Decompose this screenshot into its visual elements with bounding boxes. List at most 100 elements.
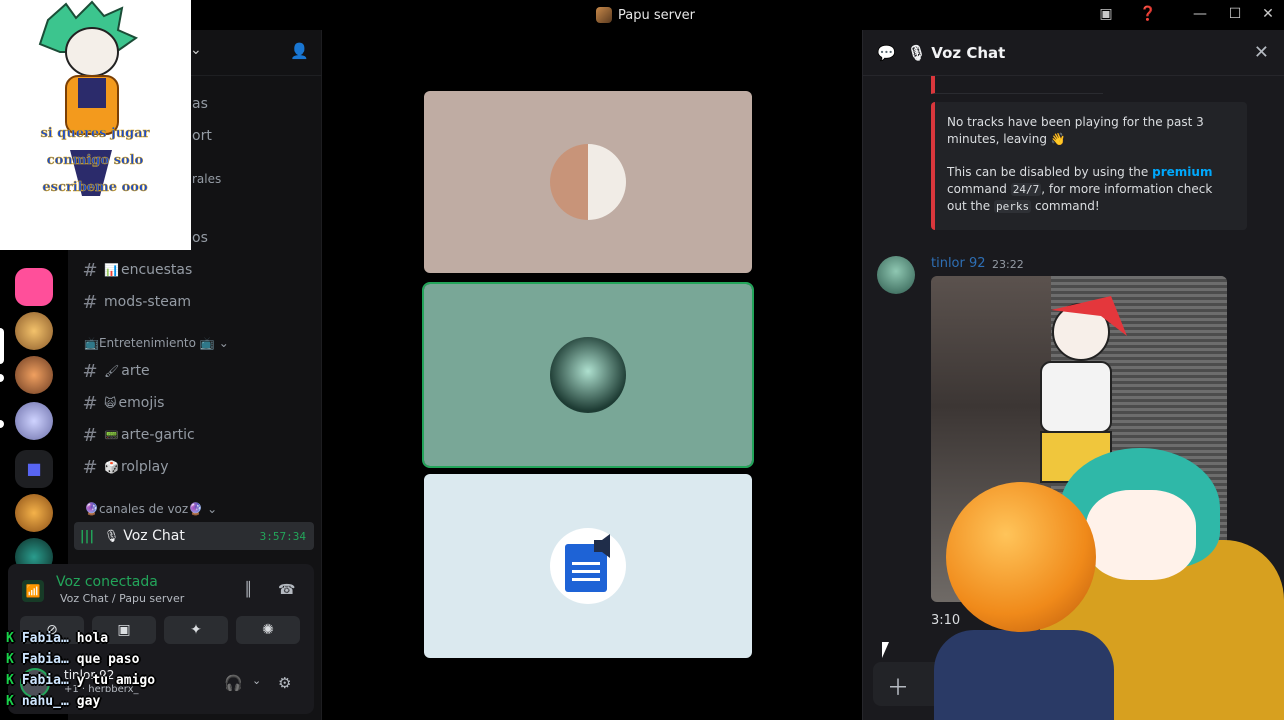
signal-icon[interactable]: 📶 [22, 580, 44, 602]
activities-button[interactable]: ✦ [164, 616, 228, 644]
partial-category[interactable]: rales [192, 172, 221, 186]
overlay-chat-line: K Fabia… que paso [6, 649, 155, 670]
chat-text: y tu amigo [76, 673, 156, 688]
close-window-button[interactable]: ✕ [1258, 6, 1278, 22]
headphones-icon[interactable]: 🎧 [224, 674, 243, 692]
channel-mods-steam[interactable]: # mods-steam [76, 287, 314, 317]
embed-line-2: This can be disabled by using the premiu… [947, 164, 1235, 215]
disconnect-icon[interactable]: ☎ [278, 582, 295, 598]
voice-stage [322, 30, 852, 720]
gear-icon[interactable]: ⚙ [278, 674, 291, 692]
embed-code: perks [994, 200, 1032, 213]
partial-channel-2[interactable]: ort [192, 128, 212, 144]
inbox-icon[interactable]: ▣ [1096, 6, 1116, 22]
unread-pip-2 [0, 420, 4, 428]
bot-document-speaker-icon [565, 534, 610, 592]
maximize-button[interactable]: ☐ [1225, 6, 1245, 22]
premium-link[interactable]: premium [1152, 165, 1212, 179]
unread-pip [0, 374, 4, 382]
channel-encuestas[interactable]: # 📊 encuestas [76, 255, 314, 285]
stream-chat-overlay: K Fabia… hola K Fabia… que paso K Fabia… y tu … [6, 628, 155, 712]
voice-channel-name: Voz Chat [123, 528, 185, 544]
partial-channel-3[interactable]: os [192, 230, 208, 246]
hash-icon: # [82, 392, 98, 414]
category-entretenimiento[interactable]: 📺Entretenimiento 📺 ⌄ [84, 336, 229, 350]
server-icon-anime[interactable] [15, 402, 53, 440]
hash-icon: # [82, 456, 98, 478]
window-title-text: Papu server [618, 7, 695, 23]
channel-emoji: 🙀 [104, 396, 117, 410]
embed-text: command [947, 182, 1007, 196]
channel-arte[interactable]: # 🖌 arte [76, 356, 314, 386]
avatar[interactable] [877, 256, 915, 294]
kick-icon: K [6, 673, 14, 688]
voice-timer: 3:57:34 [259, 529, 306, 543]
server-icon-pink[interactable] [15, 268, 53, 306]
voice-status[interactable]: Voz conectada [56, 574, 158, 590]
avatar [550, 337, 626, 413]
embed-text: This can be disabled by using the [947, 165, 1149, 179]
message-author[interactable]: tinlor 92 [931, 256, 986, 271]
overlay-chat-line: K Fabia… hola [6, 628, 155, 649]
hash-icon: # [82, 424, 98, 446]
invite-people-icon[interactable]: 👤 [290, 42, 309, 60]
voice-location[interactable]: Voz Chat / Papu server [60, 592, 184, 605]
hash-icon: # [82, 360, 98, 382]
chevron-down-icon[interactable]: ⌄ [252, 674, 261, 687]
channel-emoji: 🎲 [104, 460, 119, 474]
voice-channel-voz-chat[interactable]: ||| 🎙 Voz Chat 3:57:34 [74, 522, 314, 550]
chat-text: que paso [76, 652, 140, 667]
character-art-orange-head [946, 482, 1096, 632]
server-icon-lion[interactable] [15, 494, 53, 532]
help-icon[interactable]: ❓ [1138, 6, 1158, 22]
channel-name: arte-gartic [120, 427, 195, 443]
server-icon-papu[interactable] [15, 312, 53, 350]
character-art-suit [934, 630, 1114, 720]
video-duration: 3:10 [931, 613, 961, 628]
chat-author: nahu_… [21, 694, 69, 709]
overlay-chat-line: K Fabia… y tu amigo [6, 670, 155, 691]
close-icon[interactable]: ✕ [1254, 42, 1269, 63]
chat-author: Fabia… [21, 631, 69, 646]
hash-icon: # [82, 259, 98, 281]
chat-channel-name: Voz Chat [931, 44, 1006, 62]
channel-emoji: 🖌 [104, 364, 120, 378]
avatar [550, 528, 626, 604]
channel-emoji: 📊 [104, 263, 119, 277]
participant-tile[interactable] [424, 474, 752, 658]
category-canales-de-voz[interactable]: 🔮canales de voz🔮 ⌄ [84, 502, 217, 516]
kick-icon: K [6, 631, 14, 646]
participant-tile[interactable] [424, 91, 752, 273]
category-label: 🔮canales de voz🔮 [84, 502, 204, 516]
embed-line-1: No tracks have been playing for the past… [947, 115, 1204, 146]
character-art-face [1086, 490, 1196, 580]
server-icon-dog[interactable] [15, 356, 53, 394]
noise-suppression-icon[interactable]: ║ [244, 582, 252, 598]
overlay-chat-line: Knahu_… gay [6, 691, 155, 712]
chat-title: 🎙 Voz Chat [907, 44, 1005, 62]
channel-name: arte [121, 363, 150, 379]
category-label: 📺Entretenimiento 📺 [84, 336, 215, 350]
audio-bars-icon: ||| [79, 528, 95, 544]
chat-author: Fabia… [21, 652, 69, 667]
chat-author: Fabia… [21, 673, 69, 688]
channel-emoji: 📟 [104, 428, 119, 442]
sticker-caption: si queres jugar conmigo solo escribeme o… [40, 126, 150, 196]
minimize-button[interactable]: — [1190, 6, 1210, 22]
avatar [550, 144, 626, 220]
add-attachment-icon[interactable]: ＋ [887, 670, 909, 702]
soundboard-button[interactable]: ✺ [236, 616, 300, 644]
sticker-overlay: si queres jugar conmigo solo escribeme o… [0, 0, 191, 250]
chevron-down-icon[interactable]: ⌄ [190, 42, 202, 58]
partial-channel-1[interactable]: as [192, 96, 208, 112]
folder-icon[interactable]: ■ [15, 450, 53, 488]
embed-text: command! [1034, 199, 1100, 213]
channel-arte-gartic[interactable]: # 📟 arte-gartic [76, 420, 314, 450]
channel-rolplay[interactable]: # 🎲 rolplay [76, 452, 314, 482]
window-title: Papu server [596, 7, 695, 23]
kick-icon: K [6, 694, 14, 709]
selected-server-pip [0, 328, 4, 364]
channel-emojis[interactable]: # 🙀 emojis [76, 388, 314, 418]
channel-name: emojis [118, 395, 165, 411]
participant-tile-speaking[interactable] [422, 282, 754, 468]
